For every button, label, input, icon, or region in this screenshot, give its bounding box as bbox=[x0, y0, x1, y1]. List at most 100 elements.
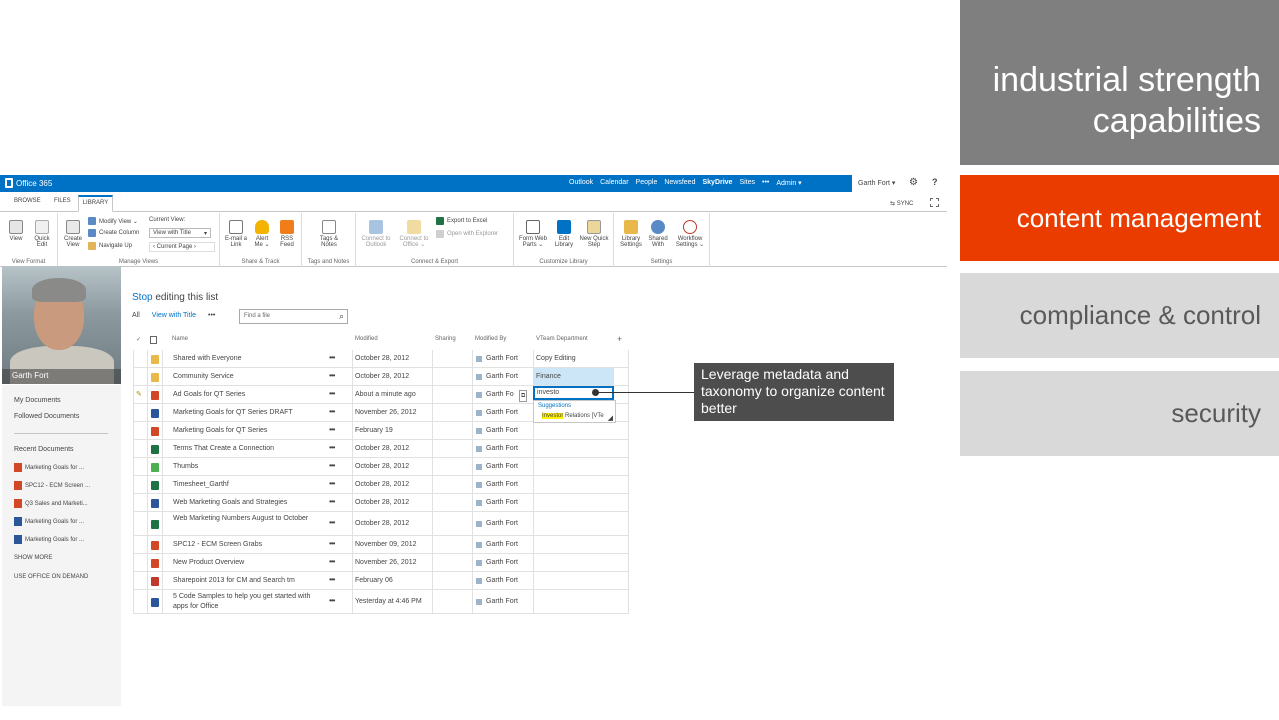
col-vteam-department[interactable]: VTeam Department bbox=[536, 336, 588, 342]
modified-by-link[interactable]: Garth Fort bbox=[486, 498, 518, 508]
nav-sites[interactable]: Sites bbox=[739, 179, 755, 187]
department-value[interactable]: Copy Editing bbox=[536, 354, 576, 364]
modified-by-link[interactable]: Garth Fort bbox=[486, 576, 518, 586]
more-options-icon[interactable]: ••• bbox=[329, 518, 335, 527]
table-row[interactable]: Community Service ••• October 28, 2012 Gart… bbox=[133, 368, 629, 386]
modified-by-link[interactable]: Garth Fort bbox=[486, 426, 518, 436]
more-options-icon[interactable]: ••• bbox=[329, 425, 335, 434]
file-name-link[interactable]: Community Service bbox=[173, 372, 323, 382]
gear-icon[interactable]: ⚙ bbox=[909, 177, 918, 188]
help-icon[interactable]: ? bbox=[932, 177, 938, 187]
tab-browse[interactable]: BROWSE bbox=[14, 198, 41, 204]
col-modified[interactable]: Modified bbox=[355, 336, 378, 342]
nav-more[interactable]: ••• bbox=[762, 179, 769, 187]
current-page-pager[interactable]: ‹ Current Page › bbox=[149, 242, 215, 252]
recent-item[interactable]: Marketing Goals for ... bbox=[14, 463, 84, 472]
table-row[interactable]: 5 Code Samples to help you get started w… bbox=[133, 590, 629, 614]
file-name-link[interactable]: Marketing Goals for QT Series DRAFT bbox=[173, 408, 323, 418]
table-row[interactable]: Web Marketing Numbers August to October •… bbox=[133, 512, 629, 536]
nav-admin[interactable]: Admin ▾ bbox=[776, 179, 801, 187]
more-options-icon[interactable]: ••• bbox=[329, 371, 335, 380]
more-options-icon[interactable]: ••• bbox=[329, 479, 335, 488]
modified-by-link[interactable]: Garth Fort bbox=[486, 444, 518, 454]
file-name-link[interactable]: Web Marketing Numbers August to October bbox=[173, 514, 323, 524]
quick-edit-button[interactable]: Quick Edit bbox=[31, 220, 53, 248]
recent-item[interactable]: SPC12 - ECM Screen ... bbox=[14, 481, 90, 490]
file-name-link[interactable]: Ad Goals for QT Series bbox=[173, 390, 323, 400]
modified-by-link[interactable]: Garth Fort bbox=[486, 540, 518, 550]
rss-feed-button[interactable]: RSS Feed bbox=[277, 220, 297, 248]
file-name-link[interactable]: Thumbs bbox=[173, 462, 323, 472]
create-column-button[interactable]: Create Column bbox=[88, 229, 139, 237]
open-explorer-button[interactable]: Open with Explorer bbox=[436, 230, 498, 238]
office365-logo[interactable]: Office 365 bbox=[5, 178, 52, 188]
content-management-panel[interactable]: content management bbox=[960, 175, 1279, 261]
views-more[interactable]: ••• bbox=[208, 312, 215, 319]
recent-item[interactable]: Q3 Sales and Marketi... bbox=[14, 499, 88, 508]
more-options-icon[interactable]: ••• bbox=[329, 596, 335, 605]
use-office-on-demand-link[interactable]: USE OFFICE ON DEMAND bbox=[14, 574, 88, 580]
file-name-link[interactable]: Terms That Create a Connection bbox=[173, 444, 323, 454]
shared-with-button[interactable]: Shared With bbox=[646, 220, 670, 248]
nav-newsfeed[interactable]: Newsfeed bbox=[664, 179, 695, 187]
nav-people[interactable]: People bbox=[636, 179, 658, 187]
recent-item[interactable]: Marketing Goals for ... bbox=[14, 535, 84, 544]
navigate-up-button[interactable]: Navigate Up bbox=[88, 242, 132, 250]
table-row[interactable]: Marketing Goals for QT Series ••• February… bbox=[133, 422, 629, 440]
tab-library[interactable]: LIBRARY bbox=[78, 195, 113, 212]
show-more-link[interactable]: SHOW MORE bbox=[14, 555, 52, 561]
table-row[interactable]: Shared with Everyone ••• October 28, 2012 G… bbox=[133, 350, 629, 368]
col-modified-by[interactable]: Modified By bbox=[475, 336, 506, 342]
more-options-icon[interactable]: ••• bbox=[329, 539, 335, 548]
modified-by-link[interactable]: Garth Fort bbox=[486, 558, 518, 568]
library-settings-button[interactable]: Library Settings bbox=[618, 220, 644, 248]
file-name-link[interactable]: Shared with Everyone bbox=[173, 354, 323, 364]
followed-documents-link[interactable]: Followed Documents bbox=[14, 413, 79, 420]
file-name-link[interactable]: Web Marketing Goals and Strategies bbox=[173, 498, 323, 508]
search-icon[interactable]: ⌕ bbox=[339, 311, 344, 322]
select-all-check[interactable]: ✓ bbox=[136, 336, 141, 343]
modified-by-link[interactable]: Garth Fort bbox=[486, 519, 518, 529]
alert-me-button[interactable]: Alert Me ⌄ bbox=[251, 220, 273, 248]
view-all[interactable]: All bbox=[132, 312, 140, 319]
modify-view-button[interactable]: Modify View ⌄ bbox=[88, 217, 138, 225]
more-options-icon[interactable]: ••• bbox=[329, 353, 335, 362]
recent-item[interactable]: Marketing Goals for ... bbox=[14, 517, 84, 526]
new-quick-step-button[interactable]: New Quick Step bbox=[577, 220, 611, 248]
tab-files[interactable]: FILES bbox=[54, 198, 71, 204]
profile-photo[interactable]: Garth Fort bbox=[2, 266, 121, 384]
view-button[interactable]: View bbox=[6, 220, 26, 242]
table-row[interactable]: Thumbs ••• October 28, 2012 Garth Fort bbox=[133, 458, 629, 476]
connect-office-button[interactable]: Connect to Office ⌄ bbox=[396, 220, 432, 248]
current-view-dropdown[interactable]: View with Title ▾ bbox=[149, 228, 211, 238]
suggestion-item[interactable]: Investor Relations [VTe bbox=[542, 413, 604, 419]
focus-mode-icon[interactable] bbox=[930, 198, 939, 207]
modified-by-link[interactable]: Garth Fo bbox=[486, 390, 514, 400]
file-name-link[interactable]: Timesheet_Garthf bbox=[173, 480, 323, 490]
modified-by-link[interactable]: Garth Fort bbox=[486, 462, 518, 472]
export-excel-button[interactable]: Export to Excel bbox=[436, 217, 487, 225]
file-name-link[interactable]: Sharepoint 2013 for CM and Search tm bbox=[173, 576, 323, 586]
table-row[interactable]: Sharepoint 2013 for CM and Search tm ••• F… bbox=[133, 572, 629, 590]
file-name-link[interactable]: Marketing Goals for QT Series bbox=[173, 426, 323, 436]
table-row[interactable]: New Product Overview ••• November 26, 2012… bbox=[133, 554, 629, 572]
create-view-button[interactable]: Create View bbox=[62, 220, 84, 248]
col-name[interactable]: Name bbox=[172, 336, 188, 342]
table-row[interactable]: SPC12 - ECM Screen Grabs ••• November 09, … bbox=[133, 536, 629, 554]
modified-by-link[interactable]: Garth Fort bbox=[486, 597, 518, 607]
my-documents-link[interactable]: My Documents bbox=[14, 397, 61, 404]
col-sharing[interactable]: Sharing bbox=[435, 336, 456, 342]
compliance-control-panel[interactable]: compliance & control bbox=[960, 273, 1279, 358]
modified-by-link[interactable]: Garth Fort bbox=[486, 372, 518, 382]
more-options-icon[interactable]: ••• bbox=[329, 497, 335, 506]
security-panel[interactable]: security bbox=[960, 371, 1279, 456]
modified-by-link[interactable]: Garth Fort bbox=[486, 354, 518, 364]
sync-button[interactable]: ⇆ SYNC bbox=[890, 200, 913, 207]
nav-calendar[interactable]: Calendar bbox=[600, 179, 628, 187]
email-link-button[interactable]: E-mail a Link bbox=[223, 220, 249, 248]
modified-by-link[interactable]: Garth Fort bbox=[486, 408, 518, 418]
department-value[interactable]: Finance bbox=[536, 372, 561, 382]
callout-menu-icon[interactable]: ⧉ bbox=[519, 390, 528, 402]
department-edit-input[interactable]: investo bbox=[533, 386, 614, 400]
user-menu[interactable]: Garth Fort ▾ ⚙ ? bbox=[852, 175, 947, 192]
